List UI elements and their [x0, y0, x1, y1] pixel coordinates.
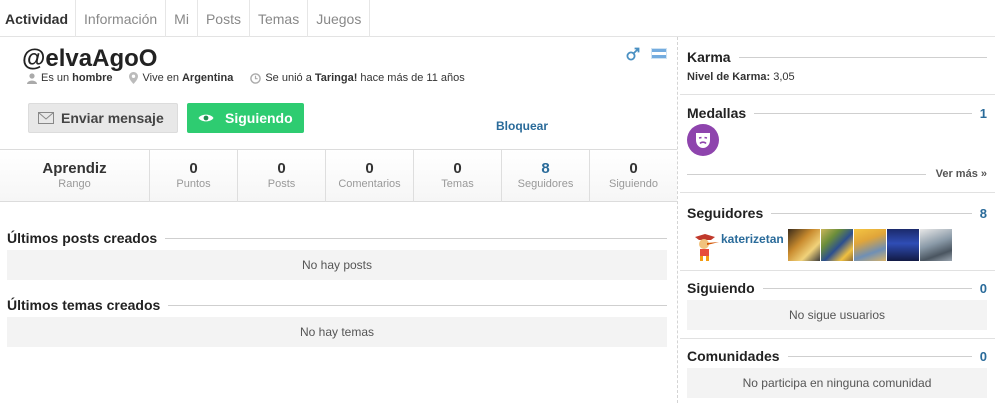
profile-tabs: Actividad Información Mi Posts Temas Jue… [0, 0, 995, 37]
karma-title-label: Karma [687, 49, 731, 65]
follower-avatar[interactable] [920, 229, 952, 261]
stat-label: Puntos [176, 178, 211, 190]
tab-mi[interactable]: Mi [166, 0, 198, 37]
following-count: 0 [979, 280, 987, 296]
stats-bar: Aprendiz Rango 0 Puntos 0 Posts 0 Coment… [0, 149, 677, 202]
tab-temas[interactable]: Temas [250, 0, 309, 37]
male-icon [626, 47, 640, 61]
tab-informacion[interactable]: Información [76, 0, 167, 37]
joined-info: Se unió a Taringa! hace más de 11 años [250, 72, 465, 84]
tab-posts[interactable]: Posts [198, 0, 250, 37]
stat-label: Seguidores [517, 178, 574, 190]
gender-prefix: Es un [41, 72, 70, 84]
followers-title: Seguidores 8 [687, 205, 987, 221]
divider [680, 192, 995, 193]
follower-avatar[interactable] [821, 229, 853, 261]
theater-mask-icon [696, 133, 710, 148]
joined-prefix: Se unió a [265, 72, 312, 84]
stat-temas[interactable]: 0 Temas [414, 150, 502, 202]
gender-info: Es un hombre [27, 72, 115, 84]
envelope-icon [38, 112, 54, 124]
profile-meta: Es un hombre Vive en Argentina Se unió a… [27, 72, 479, 84]
stat-label: Rango [58, 178, 91, 190]
joined-suffix: hace más de 11 años [360, 72, 465, 84]
karma-level-label: Nivel de Karma: [687, 71, 771, 83]
medals-title-label: Medallas [687, 105, 747, 121]
location-value: Argentina [181, 72, 234, 84]
follower-avatar[interactable] [788, 229, 820, 261]
follower-names[interactable]: katerizetan [721, 232, 784, 246]
follower-avatar[interactable] [854, 229, 886, 261]
argentina-flag-icon [651, 48, 667, 59]
medals-count: 1 [979, 105, 987, 121]
communities-empty: No participa en ninguna comunidad [687, 368, 987, 398]
send-message-button[interactable]: Enviar mensaje [28, 103, 178, 133]
stat-value: 0 [629, 160, 638, 177]
following-title: Siguiendo 0 [687, 280, 987, 296]
karma-title: Karma [687, 49, 987, 65]
divider [680, 338, 995, 339]
see-more-label: Ver más » [935, 168, 987, 180]
clock-icon [250, 72, 262, 84]
sidebar-divider [677, 37, 678, 403]
stat-value: 0 [453, 160, 462, 177]
communities-title-label: Comunidades [687, 348, 780, 364]
stat-puntos[interactable]: 0 Puntos [150, 150, 238, 202]
see-more-link[interactable]: Ver más » [687, 168, 987, 180]
stat-label: Posts [267, 178, 296, 190]
joined-site: Taringa! [314, 72, 358, 84]
stat-rango: Aprendiz Rango [0, 150, 150, 202]
follower-avatar[interactable] [689, 229, 721, 261]
following-title-label: Siguiendo [687, 280, 755, 296]
divider [680, 94, 995, 95]
eye-icon [198, 114, 214, 122]
medal-badge[interactable] [687, 124, 719, 156]
latest-posts-title: Últimos posts creados [7, 230, 667, 246]
gender-value: hombre [72, 72, 113, 84]
stat-value: Aprendiz [42, 160, 107, 177]
pinocchio-avatar-icon [695, 234, 719, 261]
stat-label: Temas [441, 178, 474, 190]
tab-juegos[interactable]: Juegos [308, 0, 371, 37]
communities-title: Comunidades 0 [687, 348, 987, 364]
followers-title-label: Seguidores [687, 205, 764, 221]
follower-avatar[interactable] [887, 229, 919, 261]
karma-level: Nivel de Karma: 3,05 [687, 71, 795, 83]
latest-topics-title: Últimos temas creados [7, 297, 667, 313]
stat-posts[interactable]: 0 Posts [238, 150, 326, 202]
block-link[interactable]: Bloquear [496, 119, 548, 133]
stat-value: 0 [365, 160, 374, 177]
divider [771, 212, 972, 214]
divider [754, 112, 972, 114]
karma-level-value: 3,05 [773, 71, 795, 83]
profile-username: @elvaAgoO [22, 45, 158, 72]
followers-count: 8 [979, 205, 987, 221]
stat-comentarios[interactable]: 0 Comentarios [326, 150, 414, 202]
tab-actividad[interactable]: Actividad [0, 0, 77, 37]
communities-count: 0 [979, 348, 987, 364]
stat-value: 0 [277, 160, 286, 177]
following-label: Siguiendo [225, 110, 293, 126]
divider [787, 355, 972, 357]
stat-value: 0 [189, 160, 198, 177]
following-button[interactable]: Siguiendo [187, 103, 304, 133]
stat-value: 8 [541, 160, 550, 177]
location-info: Vive en Argentina [129, 72, 236, 84]
medals-title: Medallas 1 [687, 105, 987, 121]
latest-posts-empty: No hay posts [7, 250, 667, 280]
divider [762, 287, 972, 289]
location-pin-icon [129, 72, 139, 84]
divider [680, 270, 995, 271]
following-empty: No sigue usuarios [687, 300, 987, 330]
location-prefix: Vive en [142, 72, 179, 84]
divider [738, 56, 987, 58]
stat-siguiendo[interactable]: 0 Siguiendo [590, 150, 677, 202]
user-icon [27, 72, 37, 84]
stat-label: Siguiendo [609, 178, 658, 190]
stat-label: Comentarios [338, 178, 401, 190]
stat-seguidores[interactable]: 8 Seguidores [502, 150, 590, 202]
latest-topics-empty: No hay temas [7, 317, 667, 347]
send-message-label: Enviar mensaje [61, 110, 164, 126]
